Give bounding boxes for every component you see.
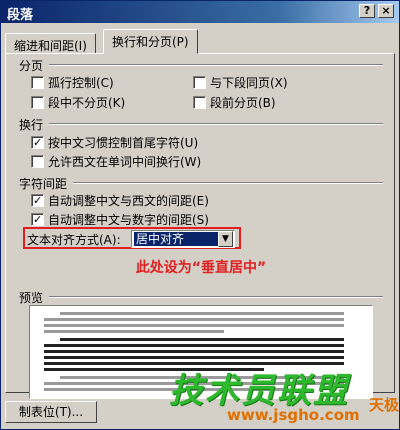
check-icon: ✓ [33,136,43,149]
keep-with-next-checkbox[interactable]: 与下段同页(X) [193,74,288,91]
pagination-heading: 分页 [19,59,44,73]
checkbox-box[interactable] [193,96,206,109]
annotation-text: 此处设为“垂直居中” [135,260,267,276]
watermark-logo: 技术员联盟 [169,371,349,411]
checkbox-box[interactable]: ✓ [31,213,44,226]
tab-label: 换行和分页(P) [112,35,189,49]
preview-heading: 预览 [19,291,44,305]
pagination-divider [49,64,383,66]
watermark-corner: 天极 [369,396,400,414]
checkbox-label: 段中不分页(K) [48,96,126,110]
char-spacing-divider [73,182,383,184]
checkbox-box[interactable]: ✓ [31,194,44,207]
text-alignment-label: 文本对齐方式(A): [27,233,121,247]
checkbox-label: 与下段同页(X) [210,76,288,90]
char-spacing-heading: 字符间距 [19,177,68,191]
help-icon: ? [363,4,371,17]
tab-line-page-breaks[interactable]: 换行和分页(P) [103,29,198,54]
checkbox-label: 孤行控制(C) [48,76,114,90]
tab-stops-label: 制表位(T)... [18,405,84,419]
checkbox-label: 自动调整中文与西文的间距(E) [48,194,209,208]
check-icon: ✓ [33,213,43,226]
checkbox-box[interactable] [31,155,44,168]
paragraph-dialog: 段落 ? × 缩进和间距(I) 换行和分页(P) 分页 孤行控制(C) 与下段同… [0,0,400,430]
title-bar: 段落 ? × [1,1,399,23]
widow-control-checkbox[interactable]: 孤行控制(C) [31,74,114,91]
checkbox-box[interactable] [193,76,206,89]
checkbox-box[interactable] [31,96,44,109]
window-title: 段落 [7,8,34,23]
checkbox-label: 按中文习惯控制首尾字符(U) [48,136,199,150]
help-button[interactable]: ? [359,4,375,18]
auto-space-numbers-checkbox[interactable]: ✓ 自动调整中文与数字的间距(S) [31,211,209,228]
auto-space-western-checkbox[interactable]: ✓ 自动调整中文与西文的间距(E) [31,192,209,209]
preview-divider [49,296,383,298]
checkbox-box[interactable] [31,76,44,89]
text-alignment-value: 居中对齐 [134,232,218,246]
close-button[interactable]: × [378,4,394,18]
text-alignment-select[interactable]: 居中对齐 ▼ [131,230,235,248]
page-break-before-checkbox[interactable]: 段前分页(B) [193,94,276,111]
check-icon: ✓ [33,194,43,207]
checkbox-label: 自动调整中文与数字的间距(S) [48,213,209,227]
chinese-line-rules-checkbox[interactable]: ✓ 按中文习惯控制首尾字符(U) [31,134,198,151]
close-icon: × [381,4,391,17]
allow-word-break-checkbox[interactable]: 允许西文在单词中间换行(W) [31,153,201,170]
tab-label: 缩进和间距(I) [14,39,87,53]
keep-lines-together-checkbox[interactable]: 段中不分页(K) [31,94,125,111]
watermark-url: www.jsgho.com [227,406,360,424]
line-break-heading: 换行 [19,118,44,132]
dropdown-arrow-icon[interactable]: ▼ [218,231,233,247]
line-break-divider [49,123,383,125]
checkbox-box[interactable]: ✓ [31,136,44,149]
checkbox-label: 段前分页(B) [210,96,276,110]
tab-stops-button[interactable]: 制表位(T)... [5,401,97,423]
checkbox-label: 允许西文在单词中间换行(W) [48,155,202,169]
tab-indent-spacing[interactable]: 缩进和间距(I) [5,33,96,54]
